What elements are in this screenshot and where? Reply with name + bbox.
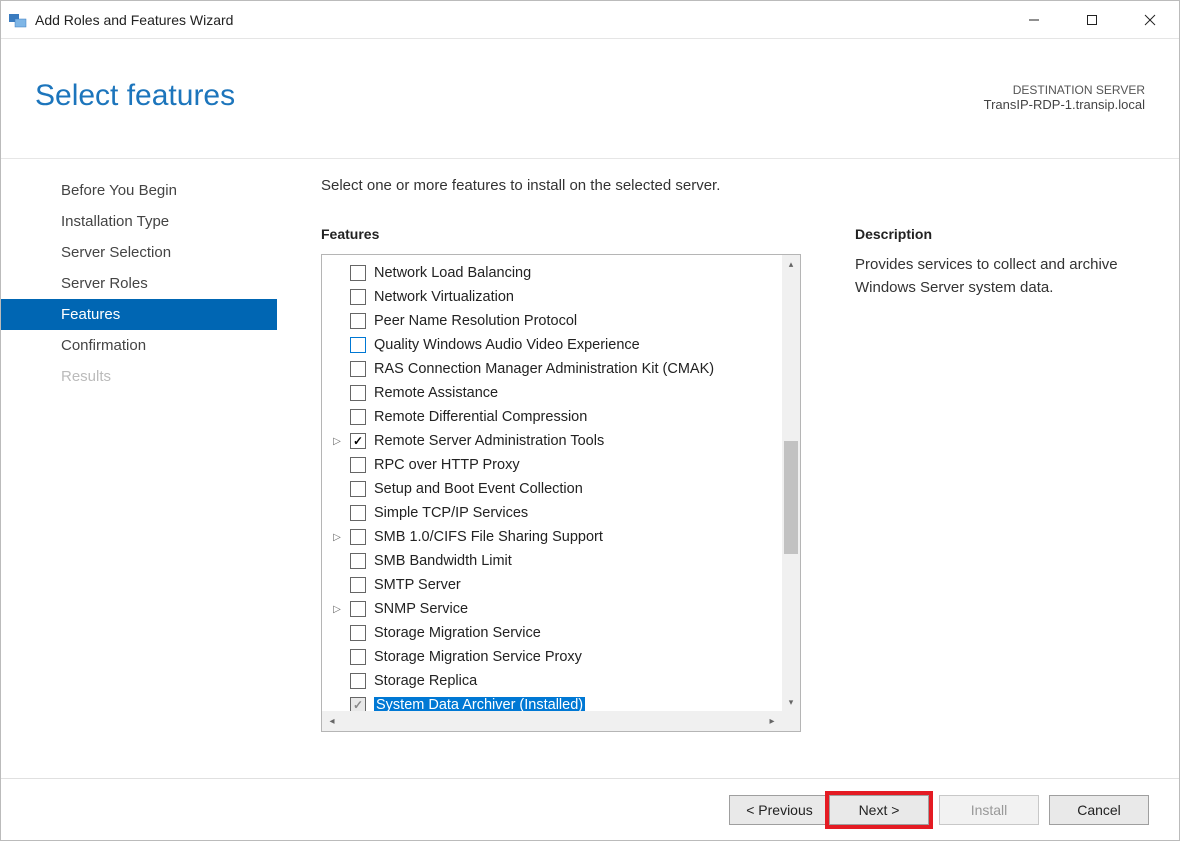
window-title: Add Roles and Features Wizard xyxy=(35,12,233,28)
feature-label[interactable]: Remote Assistance xyxy=(374,385,498,401)
feature-checkbox[interactable] xyxy=(350,361,366,377)
feature-checkbox[interactable] xyxy=(350,505,366,521)
feature-row[interactable]: ▷Quality Windows Audio Video Experience xyxy=(330,333,782,357)
sidebar-item-installation-type[interactable]: Installation Type xyxy=(1,206,277,237)
feature-label[interactable]: Network Load Balancing xyxy=(374,265,531,281)
cancel-button[interactable]: Cancel xyxy=(1049,795,1149,825)
feature-row[interactable]: ▷RAS Connection Manager Administration K… xyxy=(330,357,782,381)
sidebar-item-server-roles[interactable]: Server Roles xyxy=(1,268,277,299)
sidebar-item-before-you-begin[interactable]: Before You Begin xyxy=(1,175,277,206)
feature-checkbox[interactable] xyxy=(350,433,366,449)
feature-row[interactable]: ▷Setup and Boot Event Collection xyxy=(330,477,782,501)
scroll-right-icon[interactable]: ▸ xyxy=(762,711,782,731)
sidebar-item-features[interactable]: Features xyxy=(1,299,277,330)
expand-icon[interactable]: ▷ xyxy=(330,436,344,447)
sidebar-item-server-selection[interactable]: Server Selection xyxy=(1,237,277,268)
window-controls xyxy=(1005,1,1179,39)
feature-label[interactable]: SMB Bandwidth Limit xyxy=(374,553,512,569)
feature-row[interactable]: ▷ SNMP Service xyxy=(330,597,782,621)
feature-row[interactable]: ▷Remote Differential Compression xyxy=(330,405,782,429)
scroll-thumb[interactable] xyxy=(784,441,798,554)
feature-label[interactable]: SNMP Service xyxy=(374,601,468,617)
content: Select one or more features to install o… xyxy=(277,159,1179,778)
maximize-button[interactable] xyxy=(1063,1,1121,39)
feature-row[interactable]: ▷Storage Replica xyxy=(330,669,782,693)
horizontal-scrollbar[interactable]: ◂ ▸ xyxy=(322,711,782,731)
feature-label[interactable]: Remote Differential Compression xyxy=(374,409,587,425)
sidebar: Before You BeginInstallation TypeServer … xyxy=(1,159,277,778)
feature-checkbox[interactable] xyxy=(350,673,366,689)
previous-button[interactable]: < Previous xyxy=(729,795,829,825)
feature-row[interactable]: ▷SMTP Server xyxy=(330,573,782,597)
feature-checkbox[interactable] xyxy=(350,337,366,353)
feature-checkbox[interactable] xyxy=(350,553,366,569)
feature-checkbox[interactable] xyxy=(350,625,366,641)
description-label: Description xyxy=(855,226,1145,242)
scroll-down-icon[interactable]: ▾ xyxy=(782,693,800,711)
feature-label[interactable]: Simple TCP/IP Services xyxy=(374,505,528,521)
feature-checkbox[interactable] xyxy=(350,409,366,425)
sidebar-item-results: Results xyxy=(1,361,277,392)
feature-checkbox[interactable] xyxy=(350,313,366,329)
description-text: Provides services to collect and archive… xyxy=(855,254,1145,299)
sidebar-item-confirmation[interactable]: Confirmation xyxy=(1,330,277,361)
nav-button-group: < Previous Next > xyxy=(729,795,929,825)
feature-label[interactable]: Network Virtualization xyxy=(374,289,514,305)
feature-label[interactable]: RAS Connection Manager Administration Ki… xyxy=(374,361,714,377)
feature-row[interactable]: ▷Storage Migration Service Proxy xyxy=(330,645,782,669)
feature-row[interactable]: ▷Peer Name Resolution Protocol xyxy=(330,309,782,333)
vertical-scrollbar[interactable]: ▴ ▾ xyxy=(782,255,800,711)
feature-label[interactable]: SMTP Server xyxy=(374,577,461,593)
feature-checkbox[interactable] xyxy=(350,529,366,545)
expand-icon[interactable]: ▷ xyxy=(330,604,344,615)
feature-row[interactable]: ▷Network Load Balancing xyxy=(330,261,782,285)
feature-label[interactable]: Remote Server Administration Tools xyxy=(374,433,604,449)
feature-checkbox[interactable] xyxy=(350,265,366,281)
feature-checkbox[interactable] xyxy=(350,649,366,665)
destination-server-block: DESTINATION SERVER TransIP-RDP-1.transip… xyxy=(984,79,1145,112)
feature-label[interactable]: Storage Migration Service Proxy xyxy=(374,649,582,665)
feature-row[interactable]: ▷ Remote Server Administration Tools xyxy=(330,429,782,453)
feature-label[interactable]: Storage Replica xyxy=(374,673,477,689)
feature-label[interactable]: Quality Windows Audio Video Experience xyxy=(374,337,640,353)
app-icon xyxy=(9,11,27,29)
page-title: Select features xyxy=(35,79,235,113)
install-button[interactable]: Install xyxy=(939,795,1039,825)
feature-row[interactable]: ▷ SMB 1.0/CIFS File Sharing Support xyxy=(330,525,782,549)
scroll-corner xyxy=(782,711,800,731)
feature-label[interactable]: RPC over HTTP Proxy xyxy=(374,457,520,473)
scroll-left-icon[interactable]: ◂ xyxy=(322,711,342,731)
feature-checkbox[interactable] xyxy=(350,601,366,617)
footer: < Previous Next > Install Cancel xyxy=(1,778,1179,840)
expand-icon[interactable]: ▷ xyxy=(330,532,344,543)
destination-server-value: TransIP-RDP-1.transip.local xyxy=(984,97,1145,112)
feature-checkbox[interactable] xyxy=(350,289,366,305)
feature-row[interactable]: ▷SMB Bandwidth Limit xyxy=(330,549,782,573)
features-listbox[interactable]: ▷Network Load Balancing▷Network Virtuali… xyxy=(321,254,801,732)
feature-checkbox[interactable] xyxy=(350,385,366,401)
main: Before You BeginInstallation TypeServer … xyxy=(1,159,1179,778)
feature-label[interactable]: SMB 1.0/CIFS File Sharing Support xyxy=(374,529,603,545)
scroll-up-icon[interactable]: ▴ xyxy=(782,255,800,273)
feature-row[interactable]: ▷Simple TCP/IP Services xyxy=(330,501,782,525)
feature-row[interactable]: ▷RPC over HTTP Proxy xyxy=(330,453,782,477)
close-button[interactable] xyxy=(1121,1,1179,39)
feature-label[interactable]: Setup and Boot Event Collection xyxy=(374,481,583,497)
feature-checkbox[interactable] xyxy=(350,457,366,473)
feature-row[interactable]: ▷Remote Assistance xyxy=(330,381,782,405)
minimize-button[interactable] xyxy=(1005,1,1063,39)
feature-row[interactable]: ▷Storage Migration Service xyxy=(330,621,782,645)
feature-label[interactable]: Storage Migration Service xyxy=(374,625,541,641)
titlebar: Add Roles and Features Wizard xyxy=(1,1,1179,39)
feature-label[interactable]: Peer Name Resolution Protocol xyxy=(374,313,577,329)
feature-row[interactable]: ▷Network Virtualization xyxy=(330,285,782,309)
instruction-text: Select one or more features to install o… xyxy=(321,177,1145,194)
destination-server-label: DESTINATION SERVER xyxy=(984,83,1145,97)
features-label: Features xyxy=(321,226,801,242)
header: Select features DESTINATION SERVER Trans… xyxy=(1,39,1179,159)
feature-checkbox[interactable] xyxy=(350,577,366,593)
next-button[interactable]: Next > xyxy=(829,795,929,825)
feature-checkbox[interactable] xyxy=(350,481,366,497)
